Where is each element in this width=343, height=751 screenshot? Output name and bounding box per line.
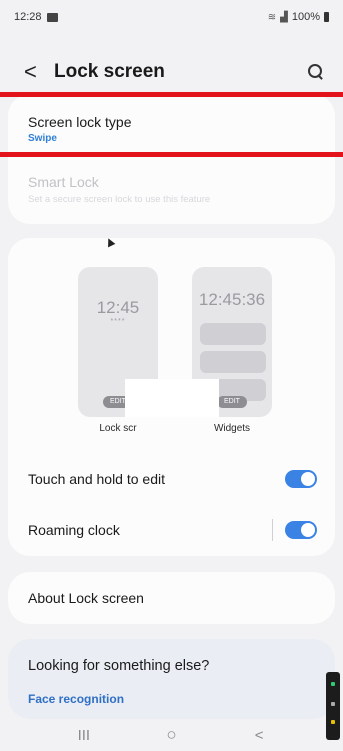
about-lock-screen-label[interactable]: About Lock screen <box>28 590 144 606</box>
overlay-indicator-icon <box>331 682 335 686</box>
app-bar: < Lock screen <box>0 52 343 92</box>
widget-placeholder <box>200 323 266 345</box>
battery-icon <box>324 12 329 22</box>
touch-and-hold-toggle[interactable] <box>285 470 317 488</box>
home-icon[interactable]: ○ <box>156 725 186 745</box>
widget-placeholder <box>200 351 266 373</box>
notification-icon <box>46 12 58 22</box>
highlight-line-top <box>0 92 343 97</box>
status-bar: 12:28 ≋ ▟ 100% <box>0 0 343 34</box>
preview-pin-dots: **** <box>110 318 126 325</box>
overlay-widget[interactable] <box>326 672 340 740</box>
navigation-bar: III ○ < <box>0 719 343 751</box>
screen-lock-type-value: Swipe <box>28 133 57 144</box>
widgets-preview-label: Widgets <box>213 423 251 434</box>
back-icon[interactable]: < <box>24 61 48 83</box>
suggestions-card <box>8 639 335 719</box>
touch-and-hold-label: Touch and hold to edit <box>28 471 165 487</box>
screen-lock-type-label[interactable]: Screen lock type <box>28 114 132 130</box>
face-recognition-link[interactable]: Face recognition <box>28 692 124 706</box>
preview-clock: 12:45 <box>96 298 140 317</box>
overlay-indicator-icon <box>331 702 335 706</box>
roaming-clock-label: Roaming clock <box>28 522 120 538</box>
wifi-icon: ≋ <box>267 11 277 23</box>
overlay-search-icon <box>331 720 335 724</box>
roaming-clock-row[interactable]: Roaming clock <box>8 508 335 552</box>
redaction-box <box>125 379 219 417</box>
divider <box>272 519 273 541</box>
roaming-clock-toggle[interactable] <box>285 521 317 539</box>
touch-and-hold-row[interactable]: Touch and hold to edit <box>8 457 335 501</box>
search-icon[interactable] <box>305 61 327 83</box>
edit-button[interactable]: EDIT <box>217 396 247 408</box>
status-left: 12:28 <box>14 11 58 23</box>
smart-lock-description: Set a secure screen lock to use this fea… <box>28 194 211 205</box>
battery-percent: 100% <box>291 11 320 23</box>
suggestions-title: Looking for something else? <box>28 658 210 674</box>
signal-icon: ▟ <box>280 11 288 23</box>
highlight-line-bottom <box>0 152 343 157</box>
recents-icon[interactable]: III <box>69 727 99 744</box>
smart-lock-label: Smart Lock <box>28 174 99 190</box>
lock-screen-preview-label: Lock scr <box>99 423 137 434</box>
status-right: ≋ ▟ 100% <box>268 11 329 23</box>
nav-back-icon[interactable]: < <box>244 727 274 744</box>
preview-clock: 12:45:36 <box>198 290 266 309</box>
page-title: Lock screen <box>54 61 165 82</box>
status-time: 12:28 <box>14 11 42 23</box>
